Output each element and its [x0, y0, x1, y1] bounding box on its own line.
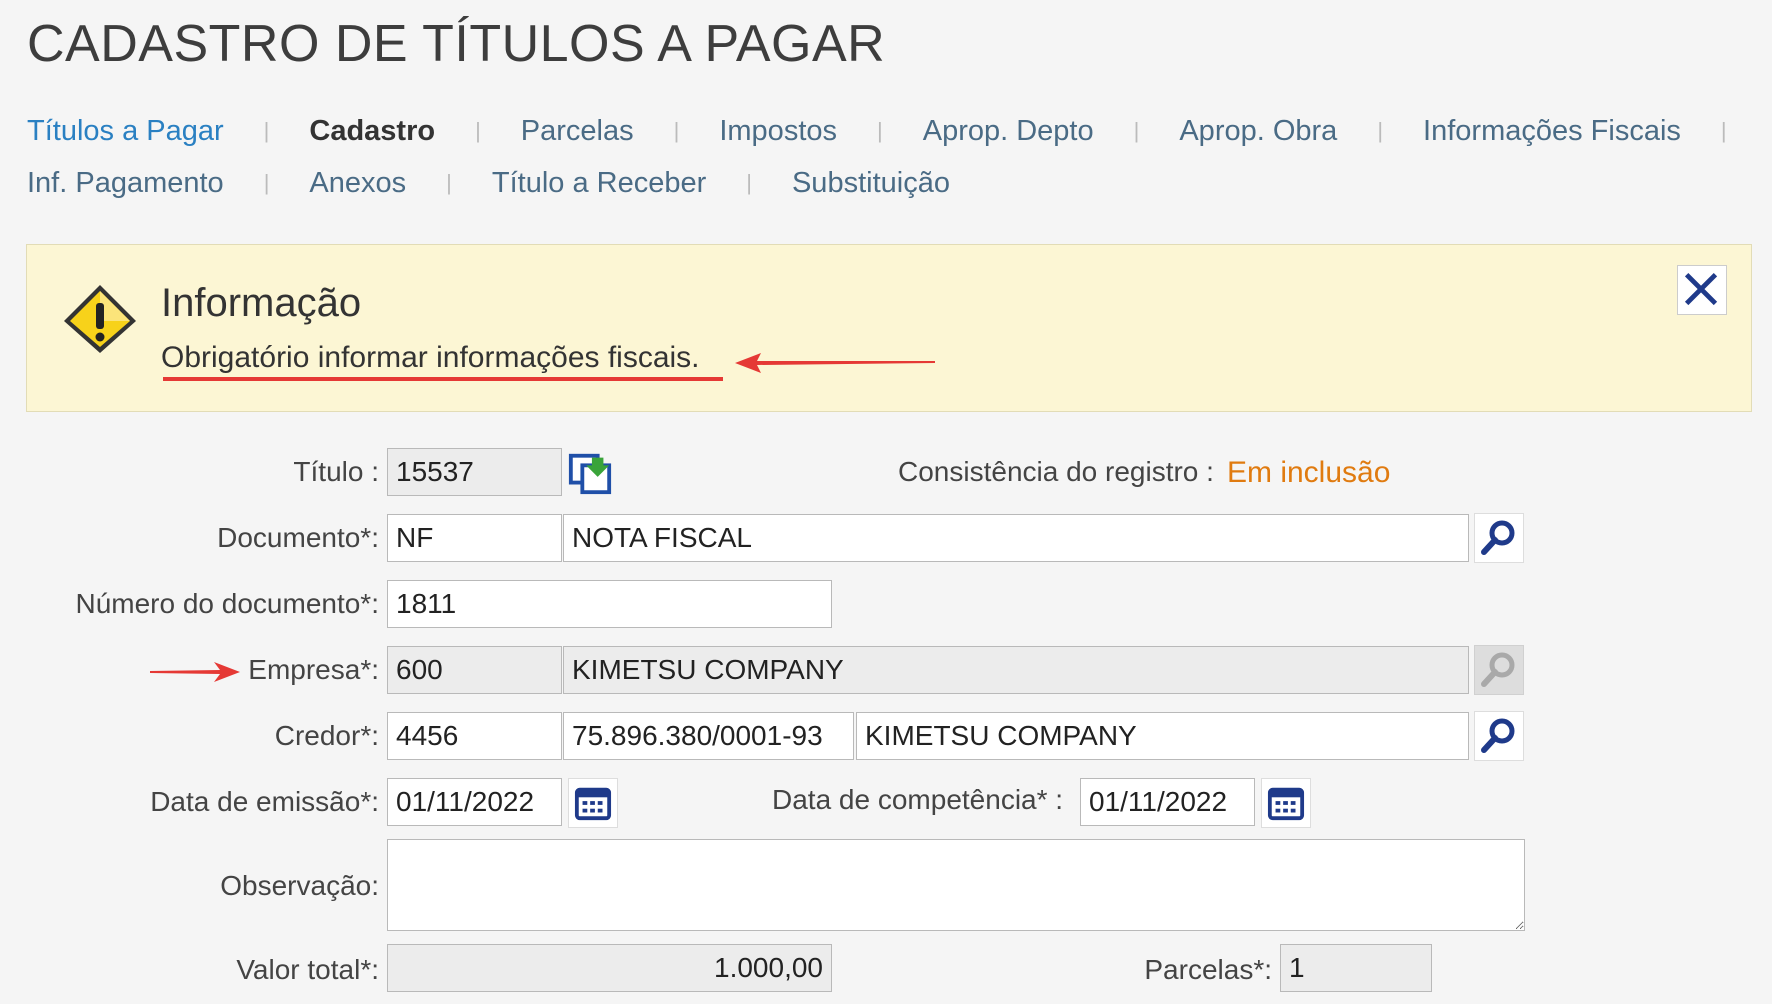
credor-search-button[interactable] [1474, 711, 1524, 761]
observacao-label: Observação: [220, 870, 379, 901]
tab-separator: | [877, 118, 883, 143]
search-icon [1481, 652, 1515, 687]
tab-substituicao[interactable]: Substituição [792, 167, 950, 200]
tab-titulo-a-receber[interactable]: Título a Receber [492, 167, 706, 200]
tab-navigation: Títulos a Pagar | Cadastro | Parcelas | … [27, 105, 1747, 209]
tab-aprop-obra[interactable]: Aprop. Obra [1179, 115, 1337, 148]
tab-cadastro[interactable]: Cadastro [309, 115, 435, 148]
info-alert: Informação Obrigatório informar informaç… [26, 244, 1752, 412]
titulo-label: Título : [293, 456, 379, 487]
documento-name-field[interactable]: NOTA FISCAL [563, 514, 1469, 562]
tab-parcelas[interactable]: Parcelas [521, 115, 634, 148]
documento-label: Documento*: [217, 522, 379, 553]
documento-search-button[interactable] [1474, 513, 1524, 563]
highlight-arrow-left-icon [735, 353, 935, 373]
close-icon [1684, 272, 1718, 306]
calendar-icon [574, 787, 612, 821]
highlight-underline [163, 377, 723, 381]
empresa-code-field: 600 [387, 646, 562, 694]
tab-inf-pagamento[interactable]: Inf. Pagamento [27, 167, 224, 200]
valor-total-label: Valor total*: [236, 954, 379, 985]
tab-anexos[interactable]: Anexos [309, 167, 406, 200]
tab-separator: | [746, 170, 752, 195]
copy-title-button[interactable] [565, 448, 615, 498]
alert-title: Informação [161, 281, 362, 325]
data-emissao-field[interactable]: 01/11/2022 [387, 778, 562, 826]
tab-separator: | [475, 118, 481, 143]
warning-icon [64, 285, 136, 353]
tab-separator: | [446, 170, 452, 195]
empresa-name-field: KIMETSU COMPANY [563, 646, 1469, 694]
calendar-icon [1267, 787, 1305, 821]
numero-documento-field[interactable]: 1811 [387, 580, 832, 628]
observacao-textarea[interactable] [387, 839, 1525, 931]
close-button[interactable] [1677, 265, 1727, 315]
page-title: CADASTRO DE TÍTULOS A PAGAR [27, 15, 886, 73]
data-emissao-calendar-button[interactable] [568, 778, 618, 828]
search-icon [1481, 718, 1515, 753]
copy-title-icon [568, 453, 612, 495]
credor-name-field[interactable]: KIMETSU COMPANY [856, 712, 1469, 760]
tab-separator: | [1133, 118, 1140, 143]
parcelas-field: 1 [1280, 944, 1432, 992]
tab-titulos-a-pagar[interactable]: Títulos a Pagar [27, 115, 224, 148]
empresa-search-button [1474, 645, 1524, 695]
tab-impostos[interactable]: Impostos [719, 115, 837, 148]
titulo-field: 15537 [387, 448, 562, 496]
tab-separator: | [1377, 118, 1384, 143]
tab-row-2: Inf. Pagamento | Anexos | Título a Receb… [27, 157, 1747, 209]
tab-informacoes-fiscais[interactable]: Informações Fiscais [1423, 115, 1681, 148]
alert-message: Obrigatório informar informações fiscais… [161, 341, 700, 374]
data-competencia-field[interactable]: 01/11/2022 [1080, 778, 1255, 826]
highlight-arrow-right-icon [150, 662, 240, 682]
tab-row-1: Títulos a Pagar | Cadastro | Parcelas | … [27, 105, 1747, 157]
credor-cnpj-field[interactable]: 75.896.380/0001-93 [563, 712, 854, 760]
tab-aprop-depto[interactable]: Aprop. Depto [923, 115, 1094, 148]
data-competencia-label: Data de competência* : [772, 784, 1064, 815]
empresa-label: Empresa*: [248, 654, 379, 685]
credor-label: Credor*: [274, 720, 379, 751]
documento-code-field[interactable]: NF [387, 514, 562, 562]
consistencia-status: Em inclusão [1227, 456, 1391, 489]
tab-separator: | [1720, 118, 1727, 143]
valor-total-field: 1.000,00 [387, 944, 832, 992]
data-emissao-label: Data de emissão*: [150, 786, 379, 817]
tab-separator: | [263, 170, 270, 195]
data-competencia-calendar-button[interactable] [1261, 778, 1311, 828]
tab-separator: | [263, 118, 270, 143]
tab-separator: | [673, 118, 680, 143]
consistencia-label: Consistência do registro : [898, 456, 1214, 487]
numero-documento-label: Número do documento*: [75, 588, 379, 619]
parcelas-label: Parcelas*: [1144, 954, 1272, 985]
search-icon [1481, 520, 1515, 555]
credor-code-field[interactable]: 4456 [387, 712, 562, 760]
